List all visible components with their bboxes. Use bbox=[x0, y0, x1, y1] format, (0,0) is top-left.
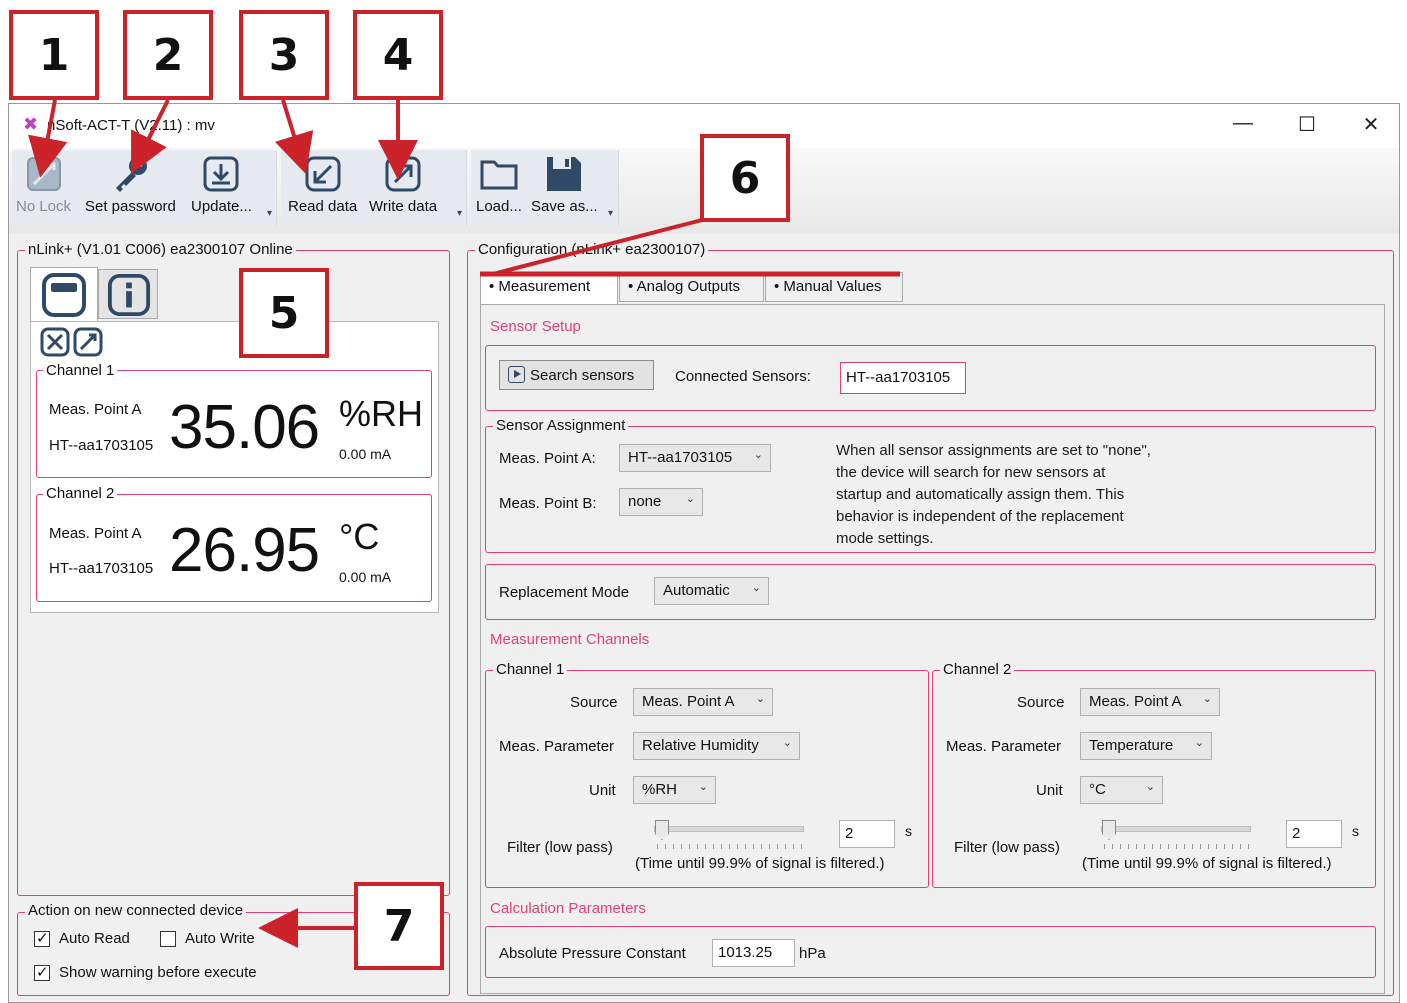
annotation-2-arrow bbox=[131, 99, 170, 174]
annotation-6-arrow bbox=[492, 218, 703, 276]
annotation-1-arrow bbox=[28, 99, 68, 178]
annotation-arrows bbox=[28, 99, 900, 948]
annotation-3-arrow bbox=[274, 99, 314, 175]
